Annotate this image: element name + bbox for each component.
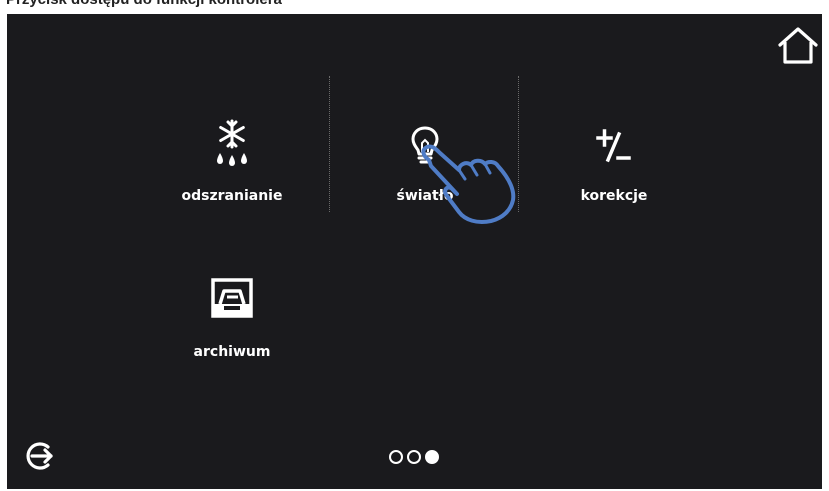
defrost-icon (217, 119, 247, 166)
menu-item-archive[interactable]: archiwum (142, 272, 322, 392)
page-dot-active[interactable] (425, 450, 439, 464)
exit-button[interactable] (21, 438, 57, 474)
menu-item-light[interactable]: światło (335, 109, 515, 229)
exit-icon (26, 442, 53, 470)
menu-item-label: odszranianie (181, 188, 283, 204)
home-button[interactable] (774, 22, 822, 68)
menu-item-corrections[interactable]: korekcje (524, 109, 704, 229)
caption-text: Przycisk dostępu do funkcji kontrolera (6, 0, 282, 8)
menu-item-label: korekcje (580, 188, 648, 204)
menu-divider (329, 76, 330, 212)
home-icon (778, 27, 818, 64)
page-dot[interactable] (389, 450, 403, 464)
page-dot[interactable] (407, 450, 421, 464)
menu-item-defrost[interactable]: odszranianie (142, 109, 322, 229)
controller-screen: odszranianie światło korekcje archiwum (7, 14, 822, 489)
page-indicator (389, 450, 439, 470)
light-bulb-icon (411, 126, 439, 164)
menu-divider (518, 76, 519, 212)
menu-item-label: światło (396, 188, 454, 204)
archive-icon (211, 278, 253, 318)
cropped-caption: Przycisk dostępu do funkcji kontrolera (0, 0, 829, 14)
plus-minus-icon (596, 129, 631, 163)
menu-item-label: archiwum (193, 344, 271, 360)
